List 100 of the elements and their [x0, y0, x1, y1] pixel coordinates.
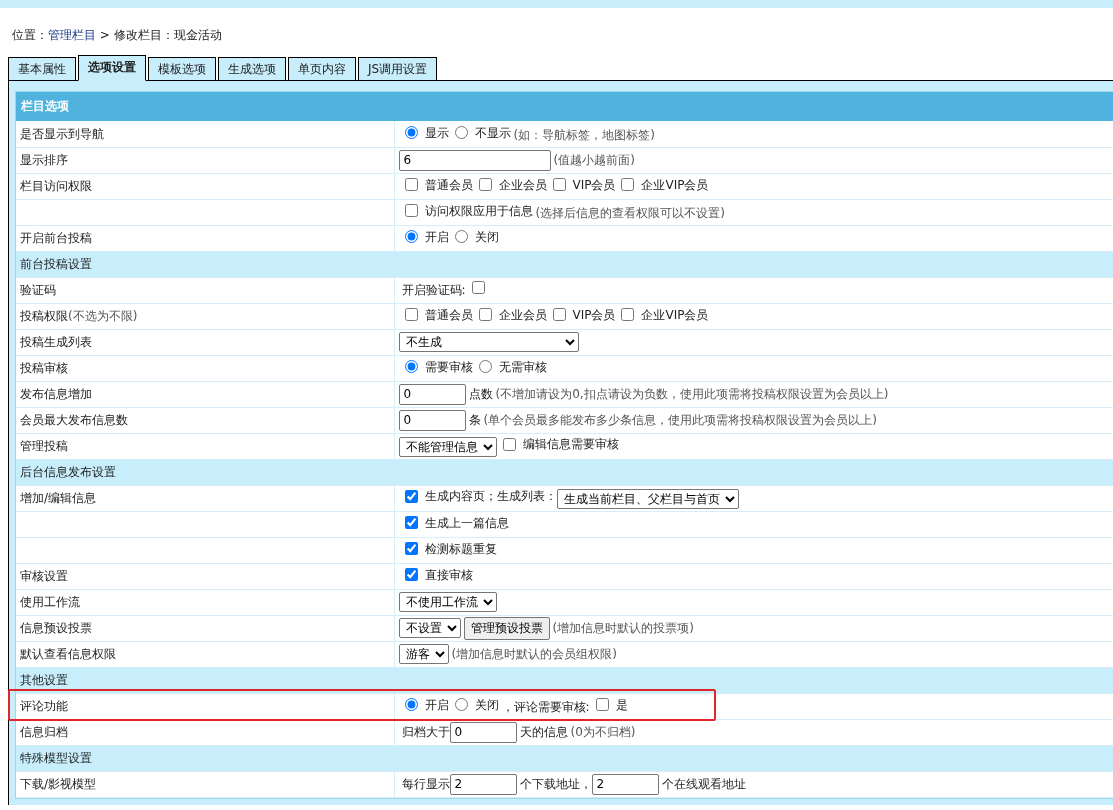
radio-label[interactable]: 显示 — [424, 123, 449, 142]
checkbox-label[interactable]: 是 — [615, 695, 628, 714]
section-title: 特殊模型设置 — [20, 751, 92, 765]
checkbox-label[interactable]: 普通会员 — [424, 305, 473, 324]
checkbox[interactable] — [404, 568, 418, 582]
checkbox[interactable] — [404, 516, 418, 530]
panel-header: 栏目选项 — [16, 92, 1113, 121]
field-label: 默认查看信息权限 — [20, 647, 116, 661]
dropdown[interactable]: 不能管理信息 — [398, 436, 497, 457]
inline-text: 每行显示 — [401, 776, 450, 793]
input-field[interactable]: 0 — [449, 721, 517, 743]
checkbox[interactable] — [595, 698, 609, 712]
checkbox[interactable] — [471, 281, 485, 294]
radio-label[interactable]: 无需审核 — [498, 357, 547, 376]
dropdown[interactable]: 不设置 — [398, 618, 461, 638]
field-label: 信息归档 — [20, 725, 68, 739]
checkbox-label[interactable]: 访问权限应用于信息 — [424, 201, 533, 220]
checkbox[interactable] — [404, 308, 418, 322]
checkbox[interactable] — [552, 308, 566, 322]
input-field[interactable]: 2 — [591, 773, 659, 795]
checkbox[interactable] — [502, 437, 516, 451]
checkbox[interactable] — [552, 178, 566, 192]
field-label: 开启前台投稿 — [20, 231, 92, 245]
input-field[interactable]: 2 — [449, 773, 517, 795]
inline-text: 天的信息 — [519, 724, 568, 741]
tab[interactable]: 单页内容 — [288, 57, 356, 80]
field-label: 管理投稿 — [20, 439, 68, 453]
breadcrumb-text: > 修改栏目：现金活动 — [98, 28, 222, 42]
dropdown[interactable]: 不生成 — [398, 332, 579, 352]
checkbox-label[interactable]: 企业会员 — [498, 175, 547, 194]
tab[interactable]: 基本属性 — [8, 57, 76, 80]
checkbox-label[interactable]: 企业会员 — [498, 305, 547, 324]
radio-button[interactable] — [478, 360, 492, 374]
radio-button[interactable] — [454, 698, 468, 712]
tab[interactable]: 选项设置 — [78, 55, 146, 81]
hint-text: (增加信息时默认的投票项) — [552, 620, 694, 637]
inline-text: 归档大于 — [401, 724, 450, 741]
checkbox-label[interactable]: 检测标题重复 — [424, 539, 497, 558]
checkbox-label[interactable]: VIP会员 — [572, 305, 616, 324]
checkbox-label[interactable]: 普通会员 — [424, 175, 473, 194]
section-title: 后台信息发布设置 — [20, 465, 116, 479]
manage-button[interactable]: 管理预设投票 — [463, 616, 550, 640]
breadcrumb-label: 位置： — [12, 28, 48, 42]
checkbox-label[interactable]: 企业VIP会员 — [641, 175, 709, 194]
input-field[interactable]: 0 — [398, 383, 466, 405]
radio-button[interactable] — [404, 360, 418, 374]
dropdown[interactable]: 游客 — [398, 644, 449, 664]
checkbox[interactable] — [404, 542, 418, 556]
field-label: 投稿权限 — [20, 309, 68, 323]
checkbox-label[interactable]: VIP会员 — [572, 175, 616, 194]
input-field[interactable]: 6 — [398, 149, 551, 171]
hint-text: (如：导航标签，地图标签) — [513, 127, 655, 144]
field-label-note: (不选为不限) — [68, 309, 138, 323]
radio-button[interactable] — [404, 230, 418, 244]
field-label: 发布信息增加 — [20, 387, 92, 401]
hint-text: (选择后信息的查看权限可以不设置) — [535, 205, 725, 223]
checkbox-label[interactable]: 直接审核 — [424, 565, 473, 584]
checkbox[interactable] — [478, 178, 492, 192]
section-title: 前台投稿设置 — [20, 257, 92, 271]
checkbox-label[interactable]: 企业VIP会员 — [641, 305, 709, 324]
checkbox[interactable] — [404, 204, 418, 218]
checkbox-label[interactable]: 生成内容页；生成列表： — [424, 487, 557, 506]
dropdown[interactable]: 不使用工作流 — [398, 592, 497, 612]
checkbox[interactable] — [478, 308, 492, 322]
hint-text: (单个会员最多能发布多少条信息，使用此项需将投稿权限设置为会员以上) — [483, 412, 877, 429]
field-label: 验证码 — [20, 283, 56, 297]
radio-button[interactable] — [454, 126, 468, 139]
field-label: 显示排序 — [20, 153, 68, 167]
inline-text: 个在线观看地址 — [661, 776, 746, 793]
tab[interactable]: 生成选项 — [218, 57, 286, 80]
checkbox-label[interactable]: 编辑信息需要审核 — [522, 435, 619, 454]
checkbox[interactable] — [404, 489, 418, 503]
radio-button[interactable] — [454, 230, 468, 244]
tab[interactable]: JS调用设置 — [358, 57, 438, 80]
radio-label[interactable]: 关闭 — [474, 695, 499, 714]
field-label: 评论功能 — [20, 699, 68, 713]
radio-label[interactable]: 关闭 — [474, 227, 499, 246]
hint-text: (0为不归档) — [570, 724, 636, 741]
field-label: 下载/影视模型 — [20, 777, 97, 791]
checkbox[interactable] — [404, 178, 418, 192]
radio-label[interactable]: 不显示 — [474, 123, 511, 142]
checkbox[interactable] — [621, 308, 635, 322]
field-label: 增加/编辑信息 — [20, 491, 97, 505]
section-title: 其他设置 — [20, 673, 68, 687]
radio-label[interactable]: 开启 — [424, 227, 449, 246]
field-label: 栏目访问权限 — [20, 179, 92, 193]
checkbox[interactable] — [621, 178, 635, 192]
breadcrumb-link[interactable]: 管理栏目 — [48, 28, 96, 42]
dropdown[interactable]: 生成当前栏目、父栏目与首页 — [556, 488, 739, 509]
input-field[interactable]: 0 — [398, 409, 466, 431]
hint-text: (值越小越前面) — [553, 152, 635, 169]
field-label: 是否显示到导航 — [20, 126, 104, 141]
checkbox-label[interactable]: 生成上一篇信息 — [424, 513, 509, 532]
inline-text: 条 — [468, 412, 481, 429]
radio-label[interactable]: 开启 — [424, 695, 449, 714]
radio-button[interactable] — [404, 698, 418, 712]
radio-label[interactable]: 需要审核 — [424, 357, 473, 376]
radio-button[interactable] — [404, 126, 418, 139]
inline-text: ，评论需要审核: — [501, 699, 590, 717]
tab[interactable]: 模板选项 — [148, 57, 216, 80]
